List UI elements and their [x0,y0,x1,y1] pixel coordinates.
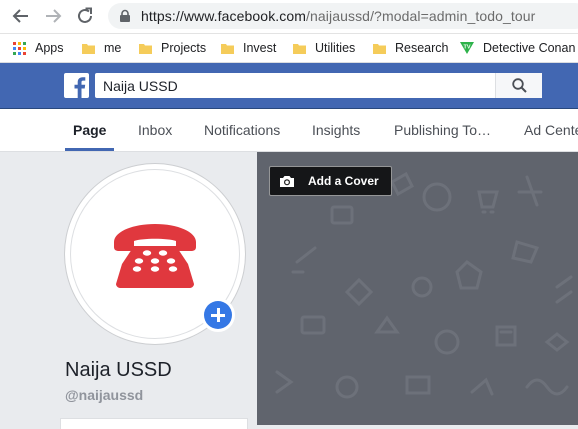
bookmark-utilities[interactable]: Utilities [293,39,355,57]
bookmark-label: me [104,41,122,55]
bookmark-label: Research [395,41,449,55]
tv-icon: TV [460,42,474,54]
apps-grid-icon [13,41,26,55]
search-button[interactable] [495,73,542,98]
url-text: https://www.facebook.com/naijaussd/?moda… [141,8,535,24]
browser-toolbar: https://www.facebook.com/naijaussd/?moda… [0,0,578,34]
lock-icon [120,9,130,22]
plus-icon [204,301,232,329]
folder-icon [373,43,386,54]
url-path: /naijaussd/?modal=admin_todo_tour [306,8,536,24]
bookmarks-bar: Apps me Projects Invest Utilities Resear… [0,34,578,63]
svg-text:TV: TV [463,45,470,51]
url-host: https://www.facebook.com [141,8,307,24]
search-icon [511,78,527,93]
bookmark-detective-conan[interactable]: TV Detective Conan a [459,39,578,57]
search-input[interactable] [95,73,503,98]
add-profile-photo-button[interactable] [201,298,235,332]
left-sidebar-card [60,418,248,429]
reload-button[interactable] [74,5,96,27]
telephone-icon [114,224,196,288]
forward-arrow-icon [46,9,62,23]
folder-icon [221,43,234,54]
tab-ad-center[interactable]: Ad Cente [524,109,578,151]
bookmark-projects[interactable]: Projects [139,39,206,57]
bookmark-me[interactable]: me [82,39,121,57]
folder-icon [293,43,306,54]
address-bar[interactable]: https://www.facebook.com/naijaussd/?moda… [108,3,578,29]
back-button[interactable] [10,5,32,27]
bookmark-label: Detective Conan a [483,41,578,55]
bookmark-invest[interactable]: Invest [221,39,276,57]
bookmark-label: Projects [161,41,207,55]
reload-icon [78,7,92,23]
back-arrow-icon [12,9,28,23]
search-box [95,73,542,98]
active-tab-indicator [65,148,114,151]
camera-icon [280,175,294,187]
tab-publishing-tools[interactable]: Publishing To… [394,109,491,151]
bookmark-label: Invest [243,41,277,55]
folder-icon [82,43,95,54]
page-tabs: Page Inbox Notifications Insights Publis… [0,109,578,152]
tab-notifications[interactable]: Notifications [204,109,280,151]
add-cover-label: Add a Cover [308,174,379,188]
page-username[interactable]: @naijaussd [65,387,143,403]
tab-insights[interactable]: Insights [312,109,360,151]
bookmark-apps[interactable]: Apps [13,39,64,57]
add-cover-button[interactable]: Add a Cover [269,166,392,196]
page-title: Naija USSD [65,359,172,381]
tab-inbox[interactable]: Inbox [138,109,172,151]
folder-icon [139,43,152,54]
bookmark-label: Apps [35,41,64,55]
bookmark-research[interactable]: Research [373,39,449,57]
facebook-logo-icon[interactable] [64,73,89,98]
bookmark-label: Utilities [315,41,356,55]
forward-button[interactable] [42,5,64,27]
tab-page[interactable]: Page [73,109,106,151]
facebook-header [0,63,578,109]
